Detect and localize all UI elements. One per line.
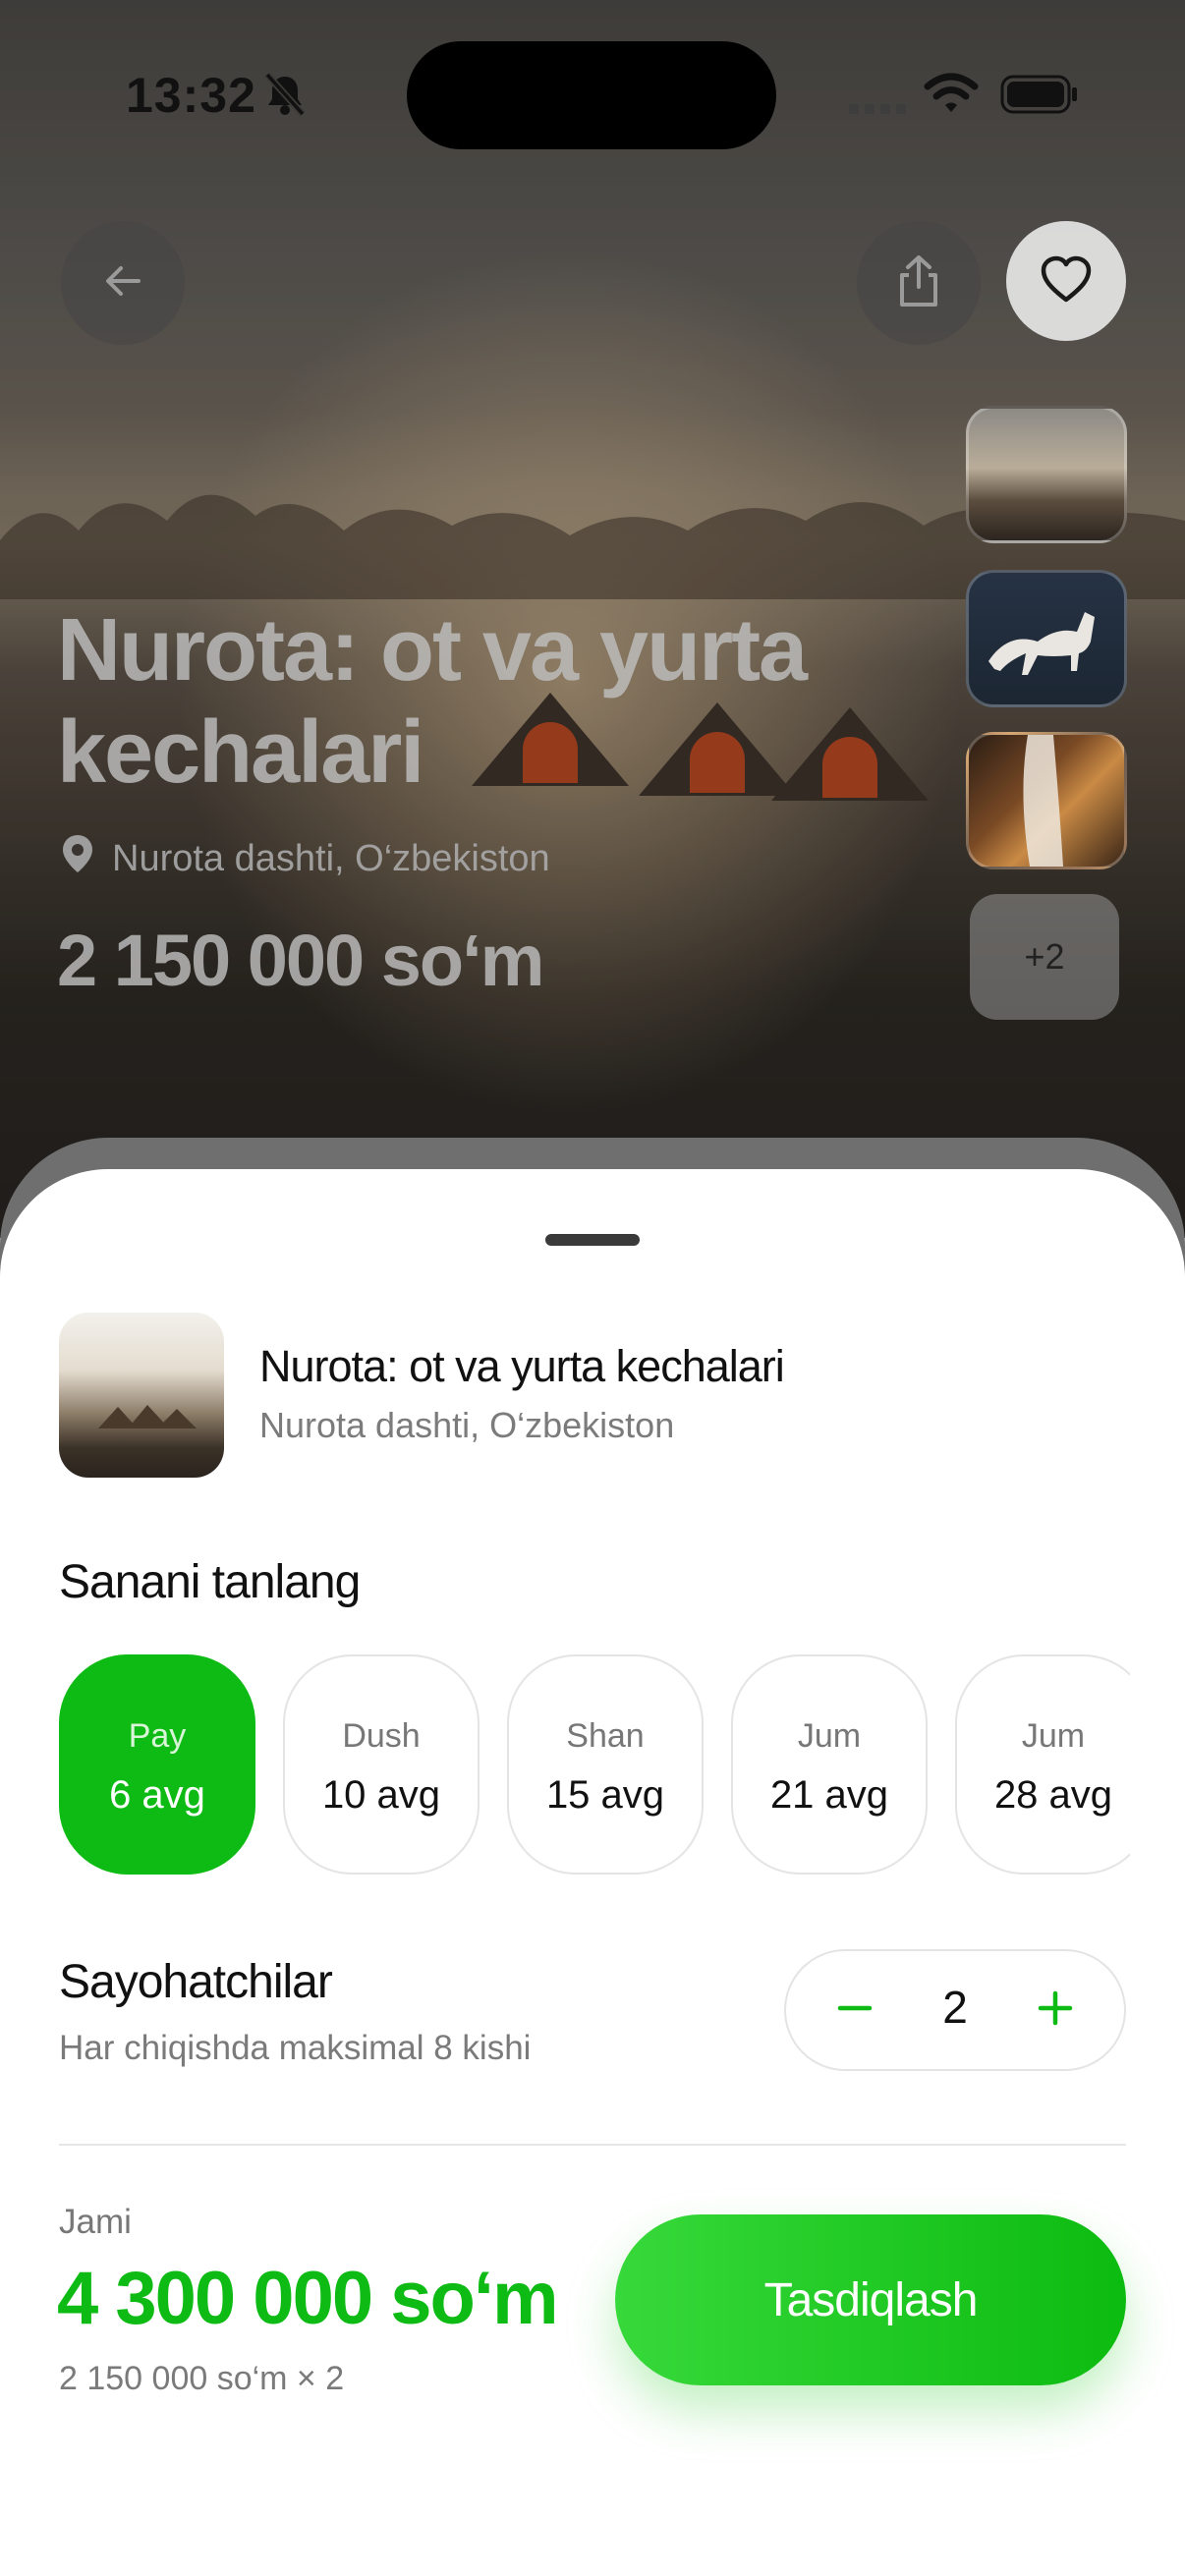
date-chip[interactable]: Dush 10 avg — [283, 1654, 480, 1875]
horse-face-image — [1023, 735, 1063, 867]
date-selector: Pay 6 avg Dush 10 avg Shan 15 avg Jum 21… — [59, 1652, 1130, 1878]
date-chip[interactable]: Jum 28 avg — [955, 1654, 1130, 1875]
total-label: Jami — [59, 2203, 132, 2241]
heart-icon — [1040, 254, 1093, 308]
bell-slash-icon — [263, 71, 307, 123]
tour-thumbnail — [59, 1313, 224, 1478]
hero-price: 2 150 000 so‘m — [57, 920, 544, 1001]
location-pin-icon — [61, 833, 94, 884]
hero-location-text: Nurota dashti, O‘zbekiston — [112, 837, 550, 879]
sheet-drag-handle[interactable] — [545, 1234, 640, 1246]
date-chip-day: Pay — [128, 1717, 187, 1755]
plus-icon — [1038, 1990, 1073, 2031]
date-chip-date: 6 avg — [109, 1773, 205, 1817]
date-chip-date: 10 avg — [321, 1773, 441, 1817]
dynamic-island — [407, 41, 776, 149]
date-chip-day: Jum — [1021, 1717, 1086, 1755]
date-chip-day: Shan — [566, 1717, 645, 1755]
date-chip-selected[interactable]: Pay 6 avg — [59, 1654, 255, 1875]
hero-title: Nurota: ot va yurta kechalari — [57, 601, 808, 802]
gallery-thumbnail[interactable] — [966, 406, 1127, 543]
more-photos-button[interactable]: +2 — [970, 894, 1119, 1020]
date-chip-date: 21 avg — [769, 1773, 889, 1817]
battery-icon — [1000, 75, 1079, 119]
horse-image — [988, 612, 1095, 675]
increase-travelers-button[interactable] — [1026, 1977, 1085, 2044]
confirm-button[interactable]: Tasdiqlash — [615, 2214, 1126, 2385]
favorite-button[interactable] — [1006, 221, 1126, 341]
share-button[interactable] — [857, 221, 981, 345]
travelers-subtitle: Har chiqishda maksimal 8 kishi — [59, 2029, 532, 2067]
total-price: 4 300 000 so‘m — [57, 2257, 559, 2340]
hero-location: Nurota dashti, O‘zbekiston — [61, 833, 550, 884]
travelers-stepper: 2 — [784, 1949, 1126, 2071]
wifi-icon — [924, 73, 979, 119]
gallery-thumbnail[interactable] — [966, 732, 1127, 869]
status-time: 13:32 — [126, 68, 256, 123]
date-chip[interactable]: Jum 21 avg — [731, 1654, 928, 1875]
signal-icon — [849, 102, 908, 121]
tour-thumbnail-tents — [98, 1405, 197, 1428]
travelers-title: Sayohatchilar — [59, 1956, 333, 2008]
status-bar: 13:32 — [0, 0, 1185, 187]
tour-title: Nurota: ot va yurta kechalari — [259, 1341, 785, 1391]
share-icon — [894, 253, 943, 313]
date-section-title: Sanani tanlang — [59, 1556, 361, 1608]
tour-location: Nurota dashti, O‘zbekiston — [259, 1405, 675, 1445]
back-arrow-icon — [99, 257, 146, 309]
divider — [59, 2144, 1126, 2146]
date-chip-day: Dush — [342, 1717, 421, 1755]
date-chip-date: 28 avg — [993, 1773, 1113, 1817]
back-button[interactable] — [61, 221, 185, 345]
date-chip[interactable]: Shan 15 avg — [507, 1654, 704, 1875]
date-chip-date: 15 avg — [545, 1773, 665, 1817]
gallery-thumbnail[interactable] — [966, 570, 1127, 707]
date-chip-day: Jum — [797, 1717, 862, 1755]
total-calculation: 2 150 000 so‘m × 2 — [59, 2360, 345, 2397]
